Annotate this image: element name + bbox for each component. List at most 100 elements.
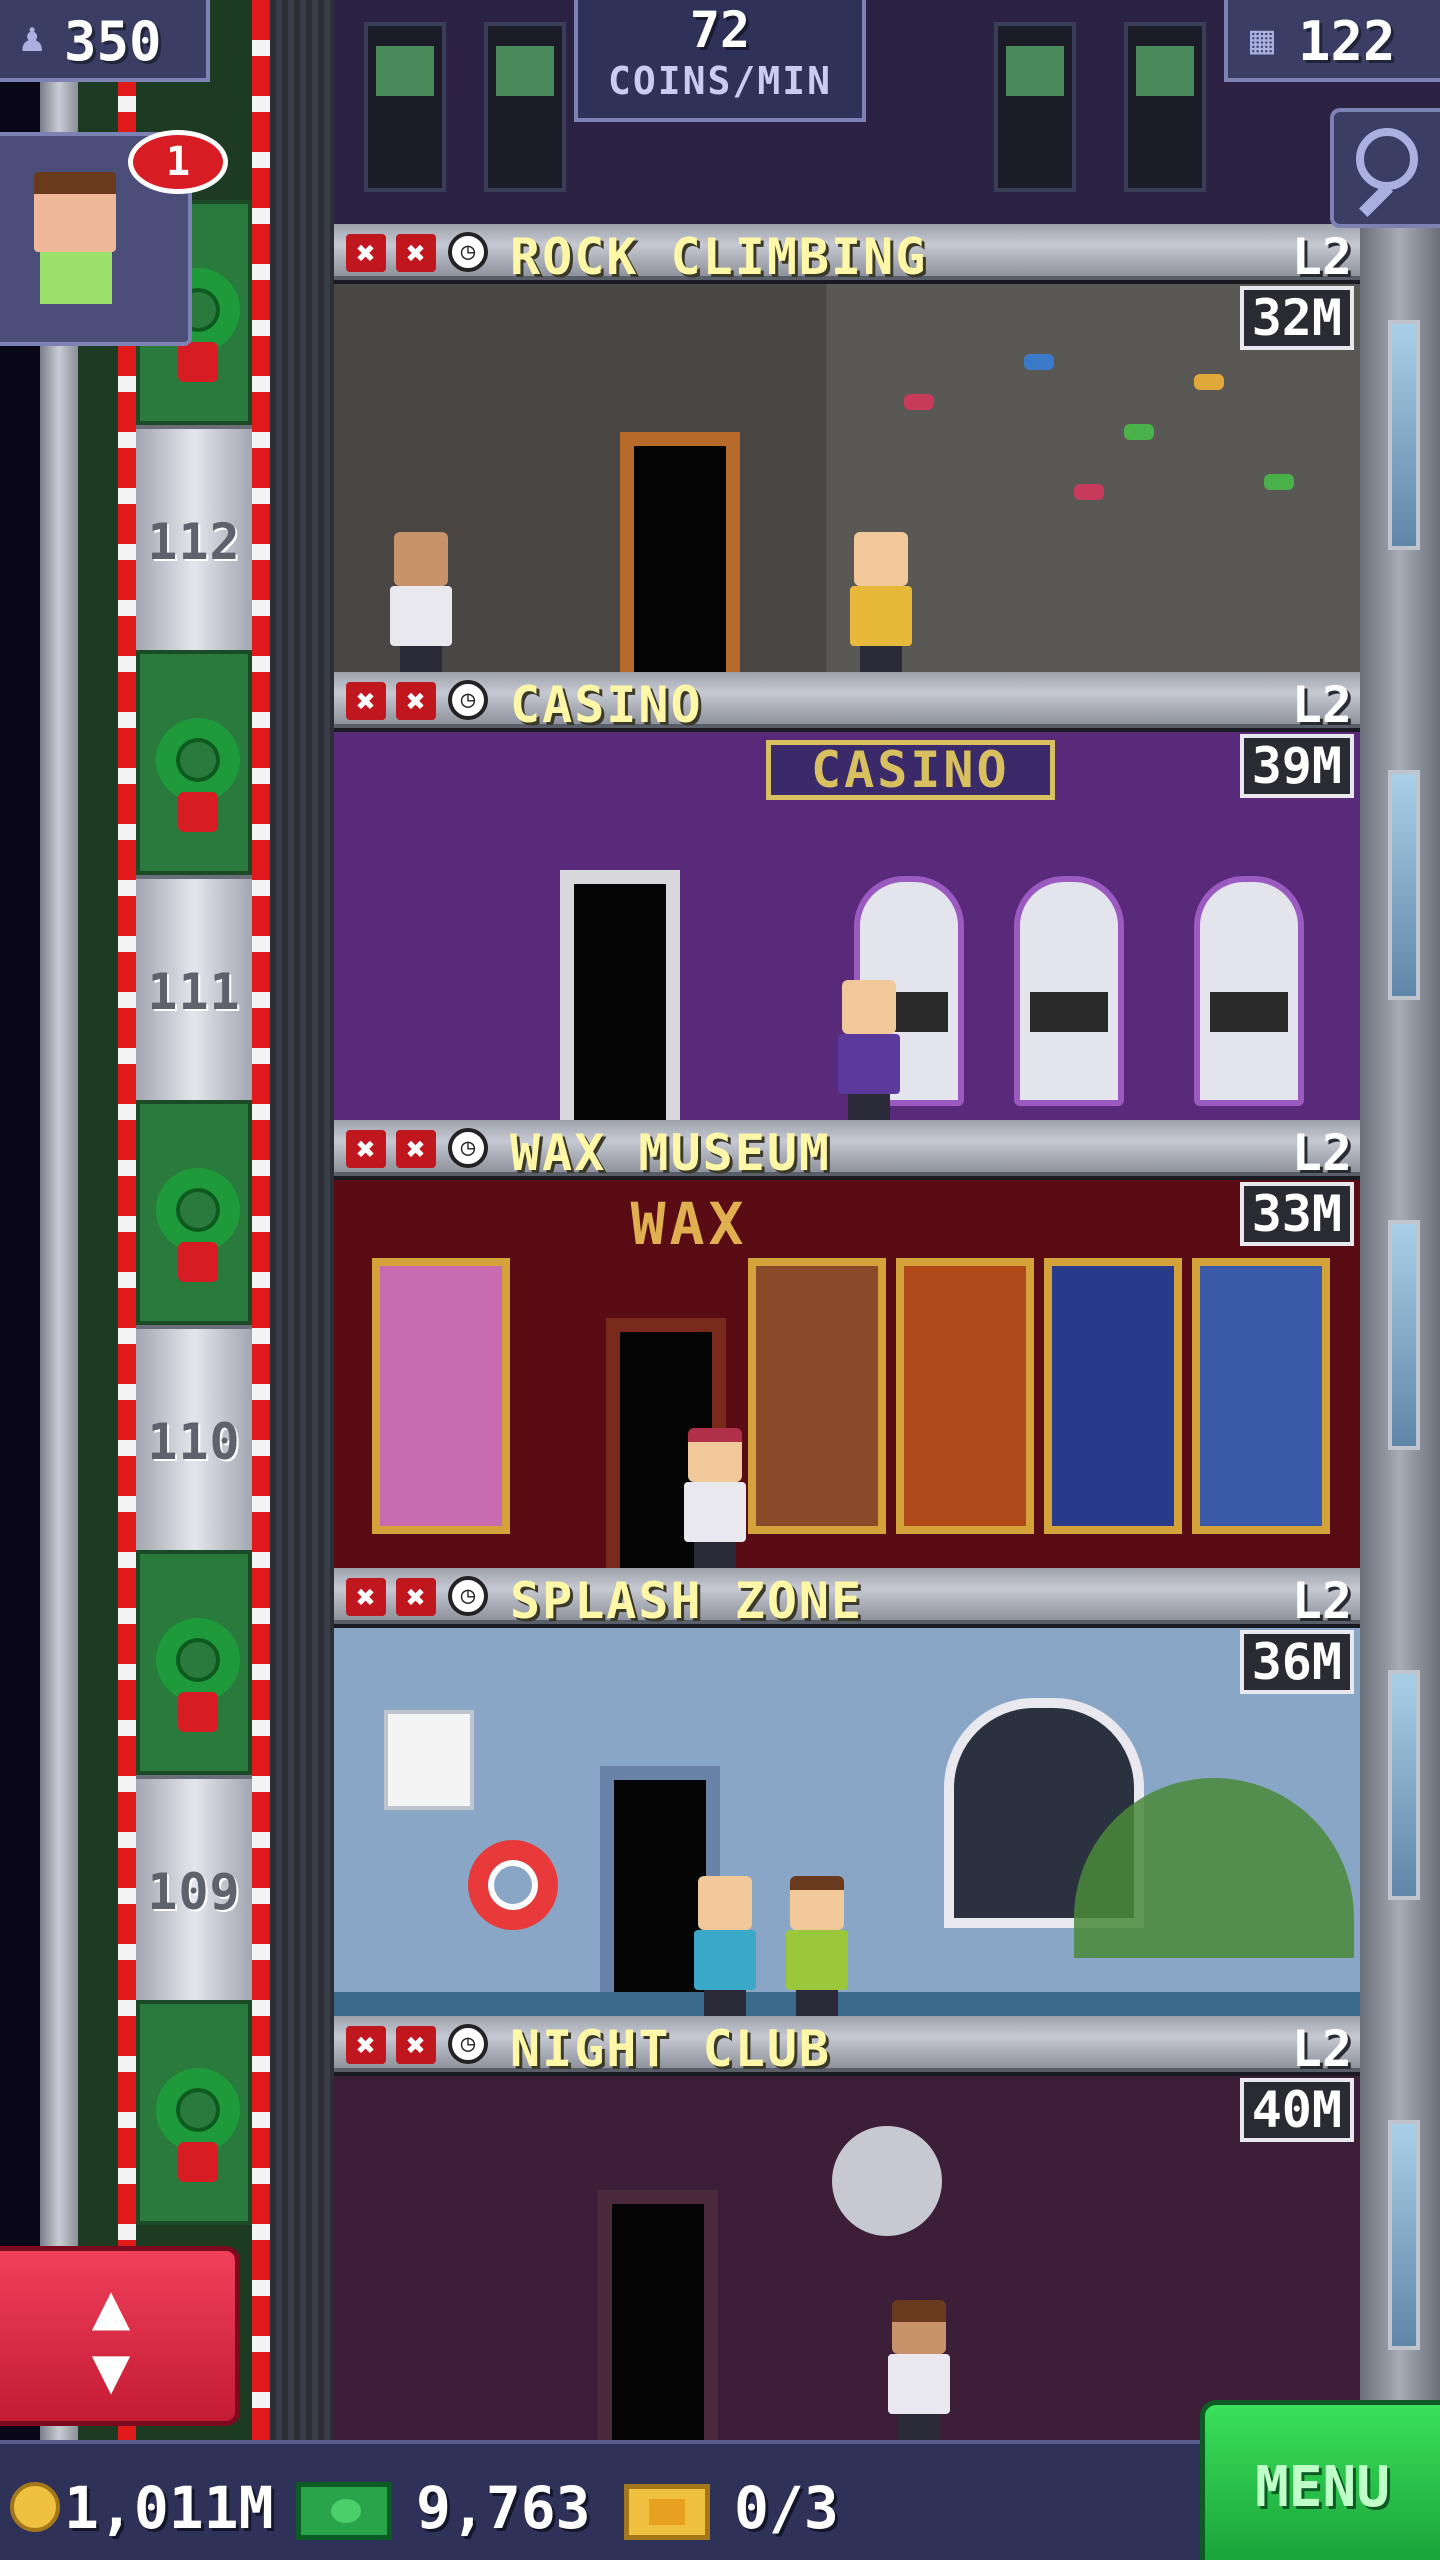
floor-night-club[interactable]: ✖ ✖ ◷ NIGHT CLUB L2 40M xyxy=(334,2016,1360,2464)
clock-icon: ◷ xyxy=(448,232,488,272)
notification-badge: 1 xyxy=(128,130,228,194)
vip-ticket-icon xyxy=(624,2484,710,2540)
bitizen-body xyxy=(888,2354,950,2414)
shaft-floor-number: 111 xyxy=(147,963,241,1021)
bitizen-sprite[interactable] xyxy=(782,1876,852,2016)
floor-count: 122 xyxy=(1298,10,1396,73)
person-icon: ♟ xyxy=(20,15,45,61)
floor-name: WAX MUSEUM xyxy=(510,1124,832,1182)
elevator-door xyxy=(620,432,740,672)
floor-room[interactable]: 33M WAX xyxy=(334,1180,1360,1568)
shaft-floor-marker: 112 xyxy=(136,425,252,650)
candy-cane-stripe xyxy=(118,0,136,2440)
floor-splash-zone[interactable]: ✖ ✖ ◷ SPLASH ZONE L2 36M xyxy=(334,1568,1360,2016)
shaft-lobby-floor xyxy=(136,2000,252,2225)
floor-header[interactable]: ✖ ✖ ◷ SPLASH ZONE L2 xyxy=(334,1568,1360,1630)
bitizen-sprite[interactable] xyxy=(846,532,916,672)
arcade-machine xyxy=(994,22,1076,192)
vip-ticket-count[interactable]: 0/3 xyxy=(734,2474,839,2542)
up-down-arrows-icon: ▲ ▼ xyxy=(91,2270,131,2408)
floor-level: L2 xyxy=(1291,1572,1352,1630)
disco-ball-icon xyxy=(832,2126,942,2236)
floor-level: L2 xyxy=(1291,1124,1352,1182)
empty-slot-icon: ✖ xyxy=(346,1578,386,1616)
shaft-lobby-floor xyxy=(136,1550,252,1775)
bitizen-body xyxy=(390,586,452,646)
empty-slot-icon: ✖ xyxy=(396,2026,436,2064)
avatar-head xyxy=(34,172,116,252)
floor-header[interactable]: ✖ ✖ ◷ NIGHT CLUB L2 xyxy=(334,2016,1360,2078)
shaft-floor-number: 112 xyxy=(147,513,241,571)
zoom-button[interactable] xyxy=(1330,108,1440,228)
floor-header[interactable]: ✖ ✖ ◷ WAX MUSEUM L2 xyxy=(334,1120,1360,1182)
bitizen-head xyxy=(892,2300,946,2354)
coin-balance[interactable]: 1,011M xyxy=(64,2474,274,2542)
empty-slot-icon: ✖ xyxy=(346,1130,386,1168)
bitizen-head xyxy=(790,1876,844,1930)
bitizen-head xyxy=(698,1876,752,1930)
avatar-body xyxy=(40,252,112,304)
empty-slot-icon: ✖ xyxy=(396,1578,436,1616)
ticket-emblem xyxy=(649,2499,685,2525)
population-count: 350 xyxy=(64,10,162,73)
clock-icon: ◷ xyxy=(448,1576,488,1616)
floor-count-badge[interactable]: ▦ 122 xyxy=(1224,0,1440,82)
bitizen-legs xyxy=(704,1990,746,2016)
floor-casino[interactable]: ✖ ✖ ◷ CASINO L2 39M CASINO xyxy=(334,672,1360,1120)
wreath-icon xyxy=(156,1618,240,1702)
bitizen-body xyxy=(694,1930,756,1990)
wax-figure-frame xyxy=(372,1258,510,1534)
shaft-floor-number: 109 xyxy=(147,1863,241,1921)
bitizen-sprite[interactable] xyxy=(386,532,456,672)
population-badge[interactable]: ♟ 350 xyxy=(0,0,210,82)
stock-badge: 32M xyxy=(1239,286,1354,350)
wreath-icon xyxy=(156,2068,240,2152)
bitizen-sprite[interactable] xyxy=(884,2300,954,2440)
shaft-lobby-floor xyxy=(136,650,252,875)
window xyxy=(1388,770,1420,1000)
floor-wax-museum[interactable]: ✖ ✖ ◷ WAX MUSEUM L2 33M WAX xyxy=(334,1120,1360,1568)
bitizen-legs xyxy=(898,2414,940,2440)
slot-machine xyxy=(1194,876,1304,1106)
bitizen-sprite[interactable] xyxy=(834,980,904,1120)
floor-level: L2 xyxy=(1291,2020,1352,2078)
stock-badge: 39M xyxy=(1239,734,1354,798)
floor-room[interactable]: 36M xyxy=(334,1628,1360,2016)
bitizen-sprite[interactable] xyxy=(680,1428,750,1568)
slot-machine xyxy=(1014,876,1124,1106)
floor-room[interactable]: 39M CASINO xyxy=(334,732,1360,1120)
elevator-door xyxy=(598,2190,718,2440)
floor-room[interactable]: 40M xyxy=(334,2076,1360,2440)
wax-figure-frame xyxy=(748,1258,886,1534)
wax-figure-frame xyxy=(1192,1258,1330,1534)
wax-figure-frame xyxy=(896,1258,1034,1534)
shaft-floor-marker: 111 xyxy=(136,875,252,1100)
poster xyxy=(384,1710,474,1810)
window xyxy=(1388,1220,1420,1450)
arcade-screen xyxy=(376,46,434,96)
bitizen-body xyxy=(850,586,912,646)
avatar xyxy=(30,172,122,320)
clock-icon: ◷ xyxy=(448,680,488,720)
stock-badge: 36M xyxy=(1239,1630,1354,1694)
bow-icon xyxy=(178,2142,218,2182)
bux-balance[interactable]: 9,763 xyxy=(416,2474,591,2542)
floor-header[interactable]: ✖ ✖ ◷ ROCK CLIMBING L2 xyxy=(334,224,1360,286)
menu-button[interactable]: MENU xyxy=(1200,2400,1440,2560)
climbing-hold xyxy=(1024,354,1054,370)
window xyxy=(1388,2120,1420,2350)
arcade-screen xyxy=(496,46,554,96)
floor-room[interactable]: 32M xyxy=(334,284,1360,672)
coins-per-minute-badge: 72 COINS/MIN xyxy=(574,0,866,122)
climbing-hold xyxy=(1264,474,1294,490)
shaft-wall xyxy=(270,0,334,2440)
elevator-button[interactable]: ▲ ▼ xyxy=(0,2246,240,2426)
floor-name: CASINO xyxy=(510,676,703,734)
coins-per-minute-value: 72 xyxy=(689,1,751,59)
floor-rock-climbing[interactable]: ✖ ✖ ◷ ROCK CLIMBING L2 32M xyxy=(334,224,1360,672)
bitizen-sprite[interactable] xyxy=(690,1876,760,2016)
empty-slot-icon: ✖ xyxy=(396,682,436,720)
floor-header[interactable]: ✖ ✖ ◷ CASINO L2 xyxy=(334,672,1360,734)
bitizen-body xyxy=(684,1482,746,1542)
empty-slot-icon: ✖ xyxy=(346,2026,386,2064)
